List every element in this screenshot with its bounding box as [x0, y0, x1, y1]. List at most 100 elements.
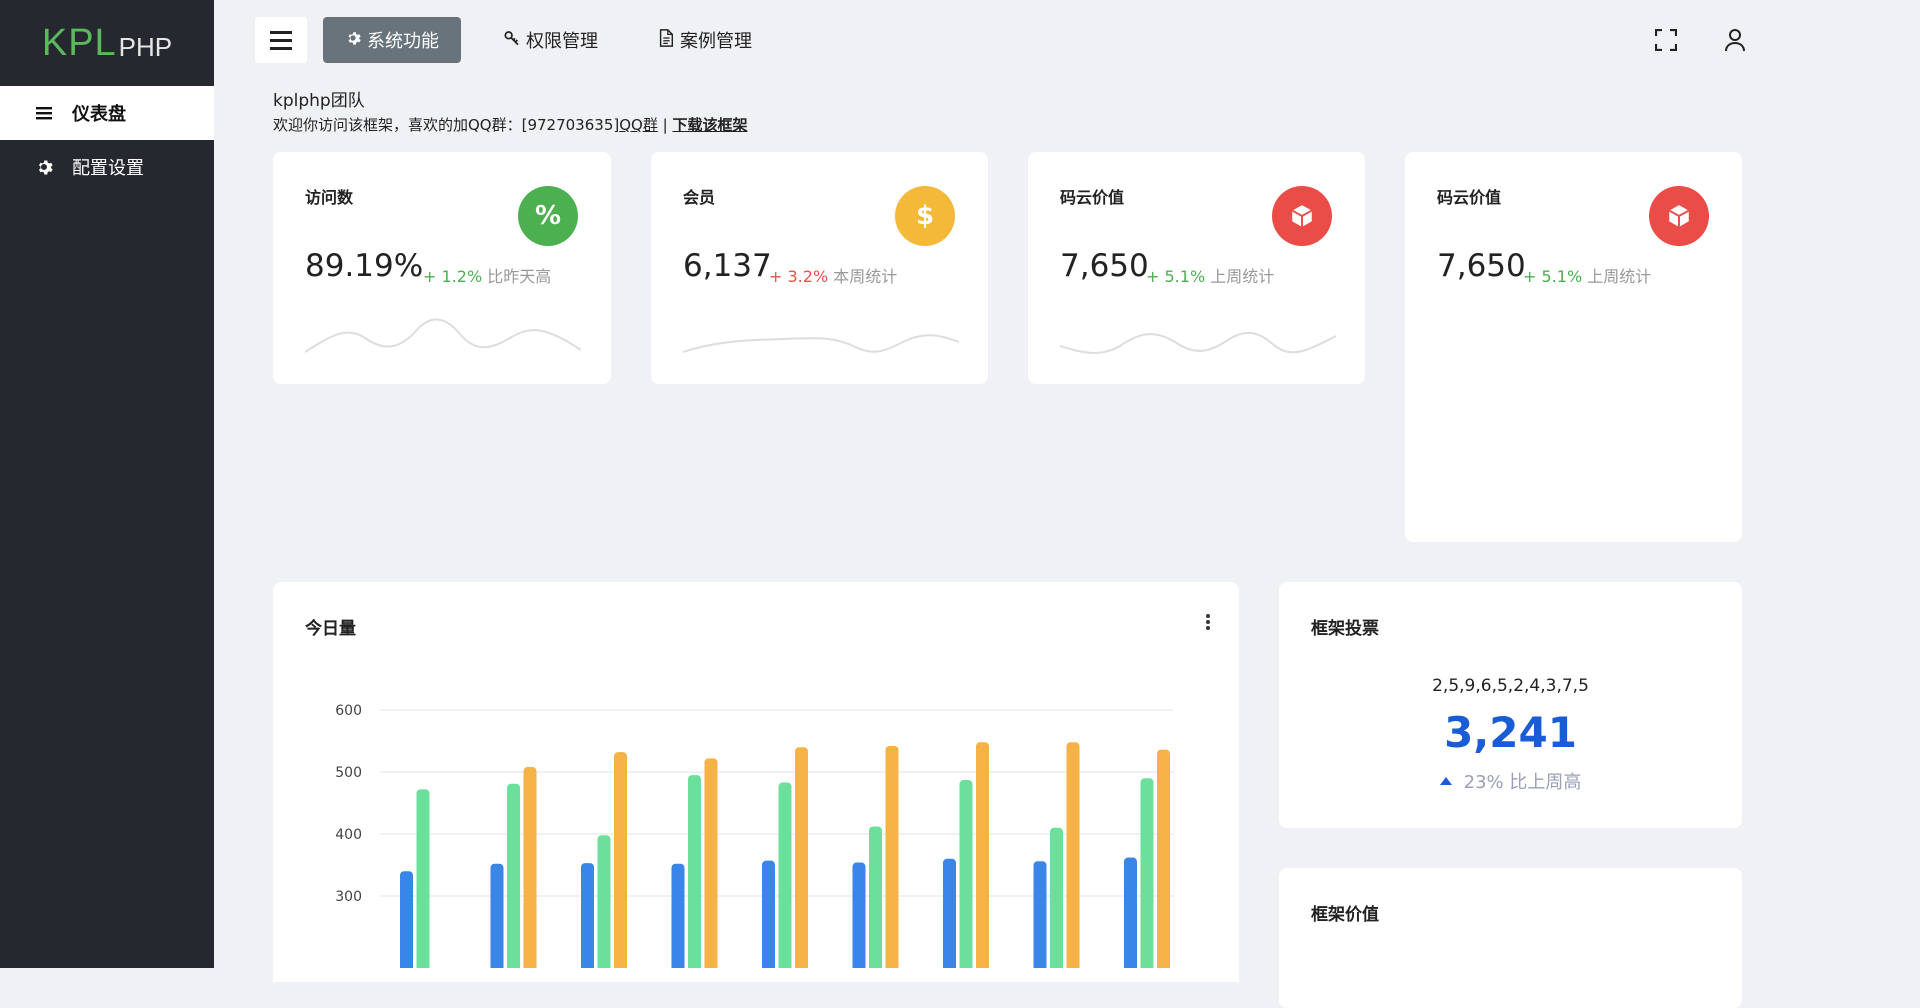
stat-delta: + 1.2% 比昨天高: [423, 263, 551, 287]
bar-series-1-9[interactable]: [1124, 857, 1137, 968]
bar-series-1-1[interactable]: [400, 871, 413, 968]
vote-panel: 框架投票 2,5,9,6,5,2,4,3,7,5 3,241 23% 比上周高: [1279, 582, 1742, 828]
sidebar-item-label: 仪表盘: [72, 104, 126, 125]
bar-series-2-1[interactable]: [416, 789, 430, 968]
stat-title: 码云价值: [1060, 188, 1125, 207]
logo-kpl: KPL: [41, 21, 117, 64]
gear-icon: [345, 30, 361, 50]
key-icon: [504, 30, 520, 50]
stat-value: 7,650: [1060, 248, 1149, 284]
bar-series-1-6[interactable]: [852, 862, 866, 968]
bar-series-3-9[interactable]: [1157, 749, 1170, 968]
y-tick-label: 600: [335, 703, 362, 719]
bar-series-2-3[interactable]: [597, 835, 611, 968]
bar-series-1-5[interactable]: [762, 860, 775, 968]
sparkline: [683, 334, 959, 353]
stat-delta-value: + 3.2%: [769, 267, 829, 286]
stat-delta-value: + 5.1%: [1146, 267, 1206, 286]
tab-label: 案例管理: [680, 31, 752, 52]
bar-series-1-3[interactable]: [581, 863, 594, 968]
sidebar-item-label: 配置设置: [72, 158, 144, 179]
bar-series-1-8[interactable]: [1033, 861, 1047, 968]
stat-value: 7,650: [1437, 248, 1526, 284]
vote-trend: 23% 比上周高: [1279, 768, 1742, 794]
y-tick-label: 300: [335, 889, 362, 905]
stat-delta-note: 比昨天高: [487, 267, 552, 286]
stat-value: 89.19%: [305, 248, 424, 284]
stat-value: 6,137: [683, 248, 772, 284]
bar-series-3-4[interactable]: [704, 758, 718, 968]
bar-series-3-5[interactable]: [795, 747, 808, 968]
list-icon: [34, 106, 54, 120]
stat-delta-value: + 5.1%: [1523, 267, 1583, 286]
panel-title: 框架投票: [1311, 619, 1379, 639]
gear-icon: [34, 158, 54, 176]
menu-toggle-button[interactable]: [255, 17, 307, 63]
bar-series-2-9[interactable]: [1140, 778, 1154, 968]
sidebar-item-settings[interactable]: 配置设置: [0, 140, 214, 194]
sparkline: [305, 318, 581, 353]
tab-case-management[interactable]: 案例管理: [658, 17, 752, 63]
sidebar: KPL PHP 仪表盘 配置设置: [0, 0, 214, 968]
vote-list: 2,5,9,6,5,2,4,3,7,5: [1432, 676, 1589, 696]
bar-series-1-7[interactable]: [943, 858, 956, 968]
stat-title: 会员: [683, 188, 716, 207]
daily-chart-panel: 今日量 600 500 400 300: [273, 582, 1239, 982]
bar-series-3-7[interactable]: [976, 742, 989, 968]
stat-card-visits: 访问数 % 89.19% + 1.2% 比昨天高: [273, 152, 611, 384]
logo[interactable]: KPL PHP: [0, 0, 214, 86]
tab-permission-management[interactable]: 权限管理: [504, 17, 598, 63]
bar-series-3-3[interactable]: [614, 752, 627, 968]
download-link[interactable]: 下载该框架: [672, 116, 747, 134]
panel-title: 框架价值: [1311, 905, 1379, 925]
bar-series-2-8[interactable]: [1050, 827, 1063, 968]
bar-series-2-6[interactable]: [869, 826, 882, 968]
stat-delta-value: + 1.2%: [423, 267, 483, 286]
stat-delta: + 5.1% 上周统计: [1523, 263, 1651, 287]
user-icon[interactable]: [1721, 26, 1749, 54]
logo-php: PHP: [118, 31, 173, 62]
hamburger-icon: [270, 38, 292, 42]
stat-card-gitee-value: 码云价值 7,650 + 5.1% 上周统计: [1028, 152, 1365, 384]
separator: |: [657, 116, 673, 134]
vote-trend-text: 23% 比上周高: [1463, 772, 1582, 793]
stat-delta-note: 本周统计: [833, 267, 898, 286]
bar-series-3-6[interactable]: [885, 745, 899, 968]
triangle-up-icon: [1439, 777, 1452, 785]
qq-group-link[interactable]: QQ群: [619, 116, 658, 134]
bar-series-1-4[interactable]: [671, 863, 685, 968]
daily-bar-chart: 600 500 400 300: [335, 703, 1173, 968]
tab-label: 系统功能: [367, 31, 439, 52]
percent-icon: %: [518, 186, 578, 246]
bar-series-2-2[interactable]: [507, 783, 520, 968]
tab-system-functions[interactable]: 系统功能: [323, 17, 461, 63]
document-icon: [658, 29, 674, 51]
panel-title: 今日量: [305, 619, 356, 639]
stat-title: 码云价值: [1437, 188, 1502, 207]
bar-series-2-4[interactable]: [688, 775, 701, 968]
value-panel: 框架价值: [1279, 868, 1742, 1008]
bar-series-3-8[interactable]: [1066, 742, 1080, 968]
topbar: 系统功能 权限管理 案例管理: [214, 0, 1920, 80]
stat-delta-note: 上周统计: [1210, 267, 1275, 286]
dollar-icon: $: [895, 186, 955, 246]
vote-total: 3,241: [1444, 708, 1577, 757]
cube-icon: [1272, 186, 1332, 246]
welcome-line: 欢迎你访问该框架，喜欢的加QQ群：[972703635]QQ群 | 下载该框架: [273, 114, 747, 135]
y-tick-label: 400: [335, 827, 362, 843]
stat-delta-note: 上周统计: [1587, 267, 1652, 286]
welcome-text: 欢迎你访问该框架，喜欢的加QQ群：[972703635]: [273, 116, 620, 134]
intro-block: kplphp团队 欢迎你访问该框架，喜欢的加QQ群：[972703635]QQ群…: [273, 86, 747, 135]
stat-delta: + 5.1% 上周统计: [1146, 263, 1274, 287]
more-options-icon[interactable]: [1205, 614, 1211, 630]
bar-series-1-2[interactable]: [490, 863, 504, 968]
bar-series-2-7[interactable]: [959, 780, 973, 968]
fullscreen-icon[interactable]: [1652, 26, 1680, 54]
bar-series-3-2[interactable]: [523, 767, 537, 968]
sidebar-item-dashboard[interactable]: 仪表盘: [0, 86, 214, 140]
cube-icon: [1649, 186, 1709, 246]
bar-series-2-5[interactable]: [778, 782, 792, 968]
stat-card-gitee-value-2: 码云价值 7,650 + 5.1% 上周统计: [1405, 152, 1742, 542]
stat-card-members: 会员 $ 6,137 + 3.2% 本周统计: [651, 152, 988, 384]
sparkline: [1060, 331, 1336, 354]
